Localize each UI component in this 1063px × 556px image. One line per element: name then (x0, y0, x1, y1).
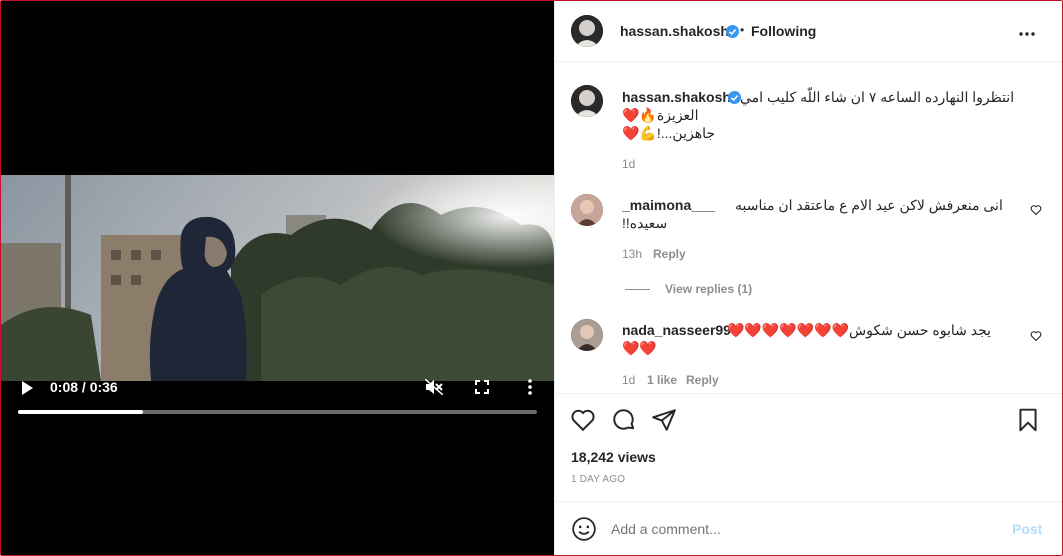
more-vertical-icon (528, 379, 532, 395)
paper-plane-icon (652, 409, 676, 431)
following-button[interactable]: Following (751, 23, 816, 39)
comment-reply-button[interactable]: Reply (686, 373, 719, 387)
emoji-button[interactable] (571, 516, 597, 542)
save-button[interactable] (1015, 407, 1041, 433)
comment-text-line1: انى منعرفش لاكن عيد الام ع ماعتقد ان منا… (735, 197, 1003, 213)
caption-text-line3: جاهزين...!💪❤️ (622, 125, 716, 141)
commenter-avatar[interactable] (571, 319, 603, 351)
caption-author-avatar[interactable] (571, 85, 603, 117)
add-comment-bar: Post (555, 501, 1062, 555)
comment-button[interactable] (611, 407, 637, 433)
post-actions: 18,242 views 1 DAY AGO (555, 393, 1062, 501)
comments-list[interactable]: hassan.shakosh انتظروا النهارده الساعه ٧… (555, 63, 1062, 393)
video-player[interactable]: 0:08 / 0:36 (1, 1, 554, 555)
video-progress-fill (18, 410, 143, 414)
post-timestamp[interactable]: 1 DAY AGO (571, 474, 625, 485)
comment-reply-button[interactable]: Reply (653, 247, 686, 261)
heart-outline-icon (1030, 331, 1042, 342)
emoji-icon (572, 517, 596, 541)
video-frame[interactable] (1, 175, 554, 381)
comment-likes-count[interactable]: 1 like (647, 373, 677, 387)
header-separator: • (740, 23, 745, 37)
post-dialog: 0:08 / 0:36 hassan.shakosh • Following h… (0, 0, 1063, 556)
video-time: 0:08 / 0:36 (50, 379, 118, 395)
author-username[interactable]: hassan.shakosh (620, 23, 729, 39)
play-button[interactable] (17, 378, 37, 398)
verified-badge-icon (726, 25, 739, 38)
post-sidebar: hassan.shakosh • Following hassan.shakos… (554, 1, 1062, 555)
comment-username[interactable]: nada_nasseer99 (622, 322, 731, 338)
heart-outline-icon (571, 409, 595, 432)
caption-age: 1d (622, 157, 636, 171)
commenter-avatar[interactable] (571, 194, 603, 226)
comment-age: 13h (622, 247, 643, 261)
comment-age: 1d (622, 373, 636, 387)
more-horizontal-icon (1019, 32, 1035, 36)
comment-like-button[interactable] (1030, 329, 1042, 342)
views-count[interactable]: 18,242 views (571, 449, 656, 465)
caption-text-line2: العزيزة🔥❤️ (622, 107, 699, 123)
heart-outline-icon (1030, 205, 1042, 216)
comment-username[interactable]: _maimona___ (622, 197, 715, 213)
post-comment-button[interactable]: Post (1012, 521, 1042, 537)
like-button[interactable] (570, 407, 596, 433)
share-button[interactable] (651, 407, 677, 433)
post-header: hassan.shakosh • Following (555, 1, 1062, 62)
bookmark-icon (1019, 408, 1037, 432)
post-options-button[interactable] (1015, 23, 1039, 41)
fullscreen-button[interactable] (471, 376, 493, 398)
fullscreen-icon (475, 380, 489, 394)
comment-text-line1: يجد شابوه حسن شكوش❤️❤️❤️❤️❤️❤️❤️ (727, 322, 992, 338)
video-controls: 0:08 / 0:36 (1, 373, 554, 423)
play-icon (22, 381, 33, 395)
view-replies-button[interactable]: View replies (1) (665, 282, 752, 296)
comment-text-line2: سعيده!! (622, 215, 668, 231)
mute-button[interactable] (423, 376, 445, 398)
video-progress-bar[interactable] (18, 410, 537, 414)
comment-bubble-icon (613, 409, 635, 430)
view-replies-divider (625, 289, 650, 290)
caption-username[interactable]: hassan.shakosh (622, 89, 731, 105)
comment-input[interactable] (611, 519, 991, 539)
volume-muted-icon (425, 379, 443, 395)
author-avatar[interactable] (571, 15, 603, 47)
comment-like-button[interactable] (1030, 203, 1042, 216)
comment-text-line2: ❤️❤️ (622, 340, 657, 356)
caption-text-line1: انتظروا النهارده الساعه ٧ ان شاء اللّه ك… (740, 89, 1015, 105)
video-still (1, 175, 554, 381)
video-options-button[interactable] (519, 376, 541, 398)
